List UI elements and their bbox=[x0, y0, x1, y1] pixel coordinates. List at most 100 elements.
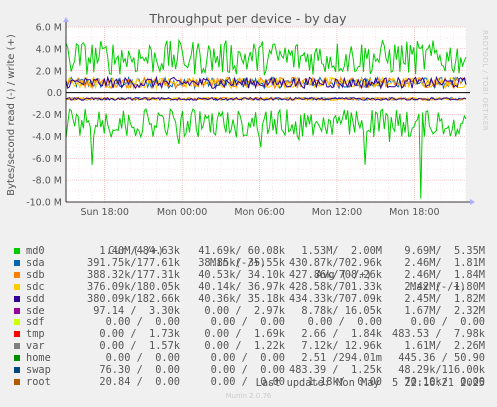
legend-avg: 7.12k/ 12.96k bbox=[301, 340, 382, 353]
chart-title: Throughput per device - by day bbox=[148, 11, 347, 26]
legend-device-name: sda bbox=[26, 256, 45, 269]
legend-swatch bbox=[14, 319, 20, 326]
legend-max: 2.45M/ 1.82M bbox=[404, 292, 485, 305]
legend-swatch bbox=[14, 367, 20, 373]
legend-row-sdf: sdf 0.00 / 0.00 0.00 / 0.00 0.00 / 0.00 0.00… bbox=[10, 316, 497, 328]
legend-header: Cur (-/+) Min (-/+) Avg (-/+) Max (-/+) bbox=[10, 233, 497, 293]
legend-swatch bbox=[14, 259, 20, 266]
y-tick-label: -10.0 M bbox=[26, 198, 62, 209]
x-tick-label: Mon 12:00 bbox=[312, 207, 362, 218]
legend-min: 0.00 / 0.00 bbox=[210, 352, 285, 365]
y-tick-label: 6.0 M bbox=[36, 23, 62, 34]
rrdtool-credit: RRDTOOL / TOBI OETIKER bbox=[481, 30, 489, 132]
legend-avg: 2.66 / 1.84k bbox=[301, 328, 382, 341]
legend-swatch bbox=[14, 331, 20, 338]
legend-avg: 8.78k/ 16.05k bbox=[301, 304, 382, 317]
legend-avg: 1.53M/ 2.00M bbox=[301, 245, 382, 257]
legend-min: 0.00 / 0.00 bbox=[210, 316, 285, 329]
legend-max: 0.00 / 0.00 bbox=[410, 316, 485, 329]
legend-device-name: root bbox=[26, 375, 51, 388]
legend-cur: 76.30 / 0.00 bbox=[99, 364, 180, 376]
legend-min: 40.14k/ 36.97k bbox=[198, 280, 285, 293]
legend-avg: 483.39 / 1.25k bbox=[289, 364, 382, 376]
legend-cur: 97.14 / 3.30k bbox=[93, 304, 180, 317]
legend-avg: 430.87k/702.96k bbox=[289, 256, 382, 269]
legend-min: 40.53k/ 34.10k bbox=[198, 268, 285, 281]
legend-cur: 391.75k/177.61k bbox=[87, 256, 180, 269]
x-tick-label: Sun 18:00 bbox=[80, 207, 128, 218]
legend-row-sdd: sdd 380.09k/182.66k 40.36k/ 35.18k 434.33k/… bbox=[10, 293, 497, 305]
legend-cur: 0.00 / 0.00 bbox=[105, 316, 180, 329]
legend-device-name: sdb bbox=[26, 268, 45, 281]
y-tick-label: 4.0 M bbox=[36, 44, 62, 55]
legend-max: 1.61M/ 2.26M bbox=[404, 340, 485, 353]
legend-row-swap: swap 76.30 / 0.00 0.00 / 0.00 483.39 / 1.25… bbox=[10, 364, 497, 376]
y-axis-arrow bbox=[63, 17, 69, 22]
legend-avg: 427.86k/708.26k bbox=[289, 268, 382, 281]
legend-avg: 2.51 /294.01m bbox=[301, 352, 382, 365]
legend-device-name: var bbox=[26, 340, 45, 353]
legend-device-name: swap bbox=[26, 364, 51, 376]
legend-row-sde: sde 97.14 / 3.30k 0.00 / 2.97k 8.78k/ 16.05… bbox=[10, 305, 497, 317]
legend-min: 38.85k/ 35.55k bbox=[198, 256, 285, 269]
legend-max: 445.36 / 50.90 bbox=[398, 352, 485, 365]
x-tick-label: Mon 06:00 bbox=[234, 207, 284, 218]
legend-swatch bbox=[14, 295, 20, 302]
legend-device-name: tmp bbox=[26, 328, 45, 341]
legend-swatch bbox=[14, 378, 20, 385]
legend-max: 2.46M/ 1.84M bbox=[404, 268, 485, 281]
y-axis-label: Bytes/second read (-) / write (+) bbox=[6, 34, 17, 196]
legend-cur: 376.09k/180.05k bbox=[87, 280, 180, 293]
y-tick-label: -4.0 M bbox=[32, 132, 62, 143]
legend-cur: 0.00 / 1.73k bbox=[99, 328, 180, 341]
legend-row-sdb: sdb 388.32k/177.31k 40.53k/ 34.10k 427.86k/… bbox=[10, 269, 497, 281]
legend-max: 2.42M/ 1.80M bbox=[404, 280, 485, 293]
legend-max: 483.53 / 7.98k bbox=[392, 328, 485, 341]
legend-avg: 428.58k/701.33k bbox=[289, 280, 382, 293]
legend-min: 0.00 / 1.69k bbox=[204, 328, 285, 341]
legend-cur: 1.40M/484.63k bbox=[99, 245, 180, 257]
legend-cur: 20.84 / 0.00 bbox=[99, 375, 180, 388]
legend-device-name: sde bbox=[26, 304, 45, 317]
y-tick-label: -8.0 M bbox=[32, 176, 62, 187]
legend-row-sda: sda 391.75k/177.61k 38.85k/ 35.55k 430.87k/… bbox=[10, 257, 497, 269]
y-tick-label: -6.0 M bbox=[32, 154, 62, 165]
legend-row-sdc: sdc 376.09k/180.05k 40.14k/ 36.97k 428.58k/… bbox=[10, 281, 497, 293]
legend-row-var: var 0.00 / 1.57k 0.00 / 1.22k 7.12k/ 12.96k… bbox=[10, 340, 497, 352]
x-tick-label: Mon 18:00 bbox=[389, 207, 439, 218]
legend-row-home: home 0.00 / 0.00 0.00 / 0.00 2.51 /294.01m 4… bbox=[10, 352, 497, 364]
legend-min: 0.00 / 2.97k bbox=[204, 304, 285, 317]
y-tick-label: 2.0 M bbox=[36, 66, 62, 77]
legend-row-md0: md0 1.40M/484.63k 41.69k/ 60.08k 1.53M/ 2.0… bbox=[10, 245, 497, 257]
legend-min: 40.36k/ 35.18k bbox=[198, 292, 285, 305]
legend-min: 0.00 / 1.22k bbox=[204, 340, 285, 353]
legend-swatch bbox=[14, 355, 20, 362]
legend-swatch bbox=[14, 307, 20, 314]
legend-swatch bbox=[14, 271, 20, 278]
legend-min: 41.69k/ 60.08k bbox=[198, 245, 285, 257]
y-tick-label: -2.0 M bbox=[32, 110, 62, 121]
munin-version: Munin 2.0.76 bbox=[225, 392, 272, 400]
x-tick-label: Mon 00:00 bbox=[157, 207, 207, 218]
legend-avg: 434.33k/707.09k bbox=[289, 292, 382, 305]
legend-device-name: sdf bbox=[26, 316, 45, 329]
legend-device-name: sdd bbox=[26, 292, 45, 305]
legend-cur: 0.00 / 0.00 bbox=[105, 352, 180, 365]
legend-cur: 0.00 / 1.57k bbox=[99, 340, 180, 353]
legend-min: 0.00 / 0.00 bbox=[210, 364, 285, 376]
legend-max: 9.69M/ 5.35M bbox=[404, 245, 485, 257]
legend-swatch bbox=[14, 343, 20, 350]
legend-cur: 380.09k/182.66k bbox=[87, 292, 180, 305]
last-update: Last update: Mon May 5 22:16:21 2025 bbox=[255, 377, 485, 389]
x-axis-arrow bbox=[470, 199, 475, 205]
legend-device-name: md0 bbox=[26, 245, 45, 257]
legend-cur: 388.32k/177.31k bbox=[87, 268, 180, 281]
legend-row-tmp: tmp 0.00 / 1.73k 0.00 / 1.69k 2.66 / 1.84k 4… bbox=[10, 328, 497, 340]
y-tick-label: 0.0 bbox=[47, 88, 62, 99]
legend-device-name: home bbox=[26, 352, 51, 365]
legend-max: 48.29k/116.00k bbox=[398, 364, 485, 376]
legend-max: 1.67M/ 2.32M bbox=[404, 304, 485, 317]
legend-avg: 0.00 / 0.00 bbox=[307, 316, 382, 329]
legend-max: 2.46M/ 1.81M bbox=[404, 256, 485, 269]
legend-swatch bbox=[14, 248, 20, 254]
